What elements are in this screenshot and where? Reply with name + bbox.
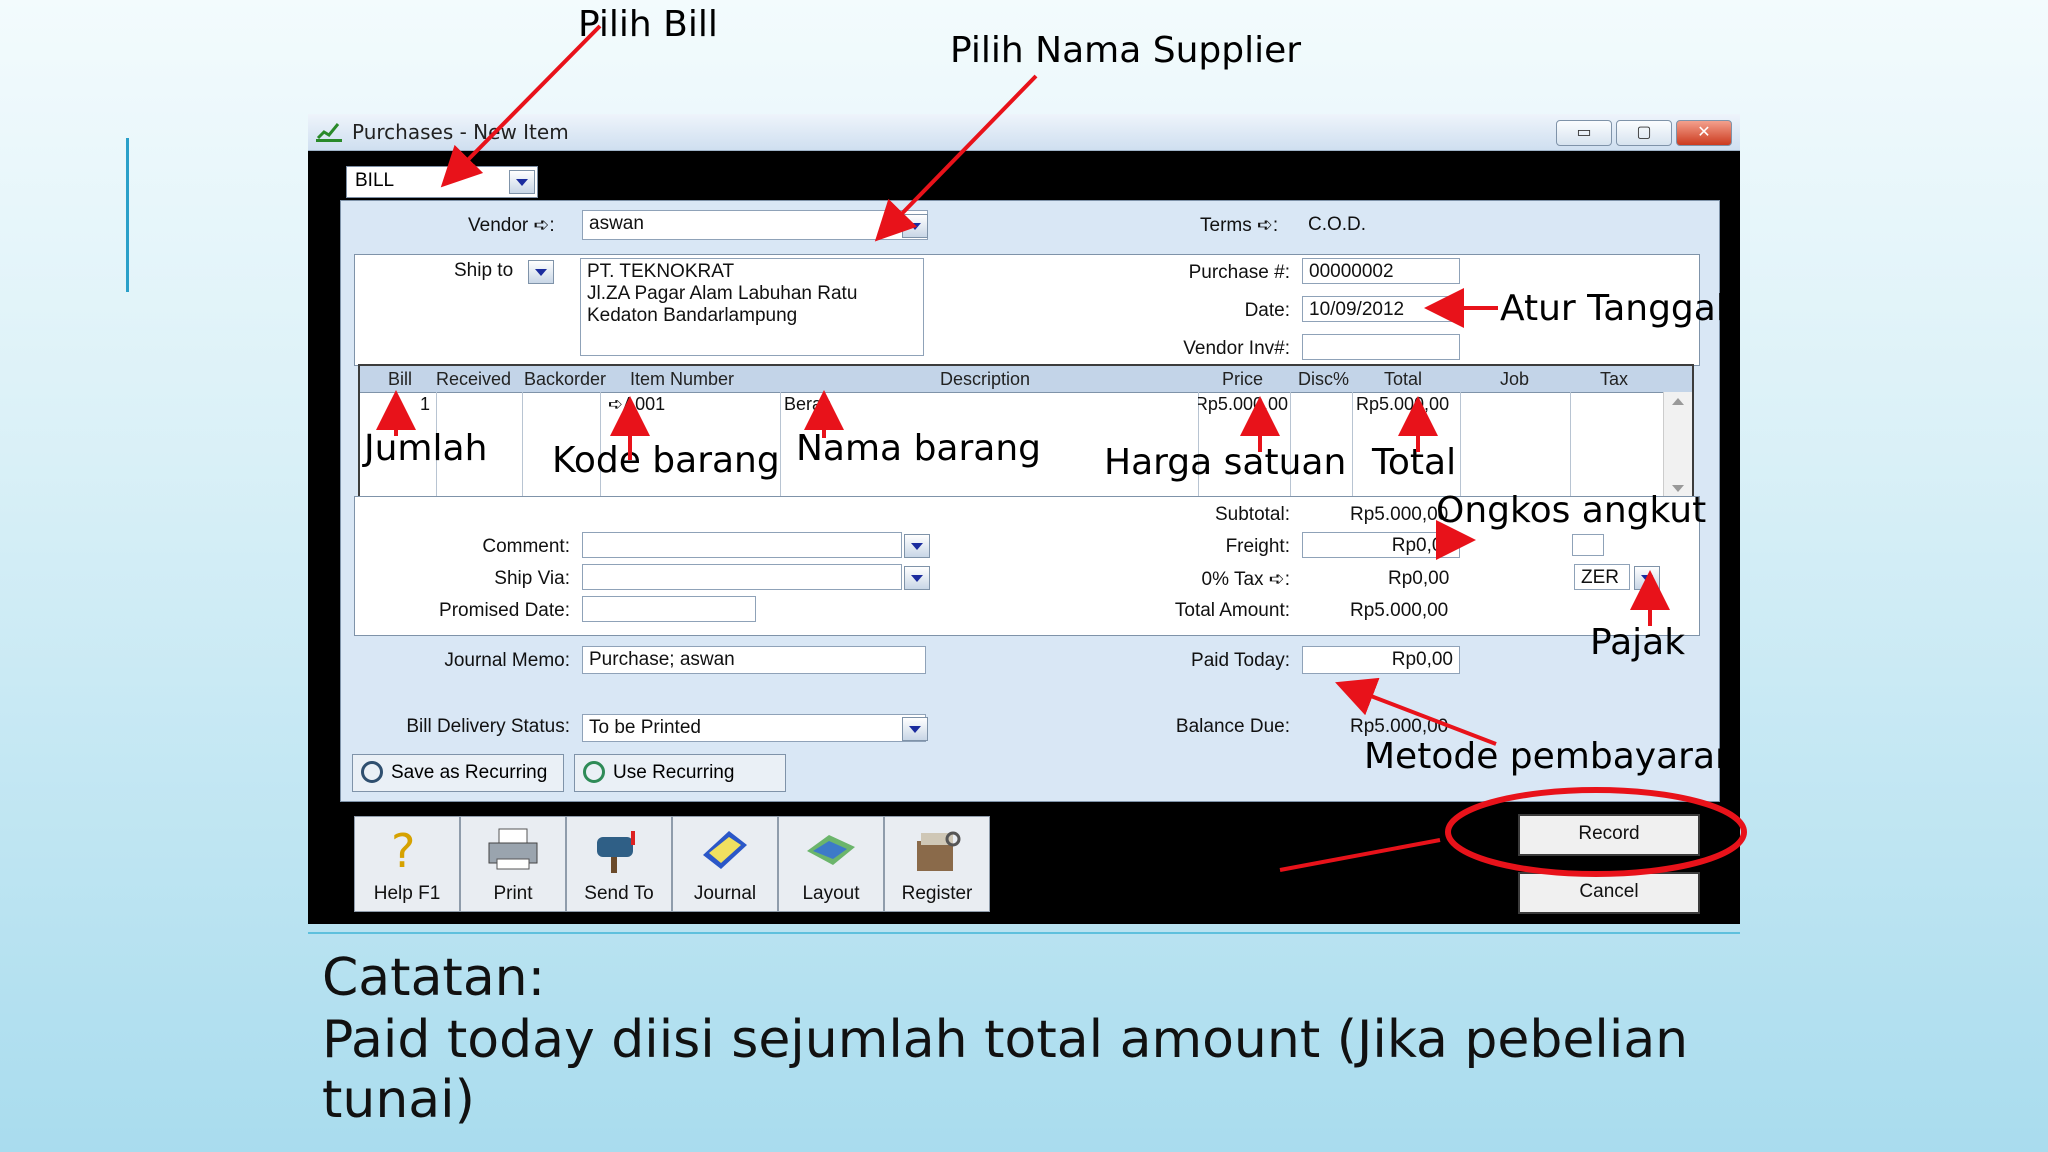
notes-heading: Catatan: <box>322 948 546 1008</box>
arrow-metode <box>1335 677 1497 746</box>
arrow-supplier <box>874 74 1038 242</box>
arrow-pilih-bill <box>440 24 602 188</box>
annotation-arrows <box>376 24 1747 877</box>
record-highlight-ellipse <box>1445 787 1747 877</box>
notes-line-1: Paid today diisi sejumlah total amount (… <box>322 1010 1689 1070</box>
arrow-setelah <box>1279 838 1441 872</box>
notes-line-2: tunai) <box>322 1070 475 1130</box>
